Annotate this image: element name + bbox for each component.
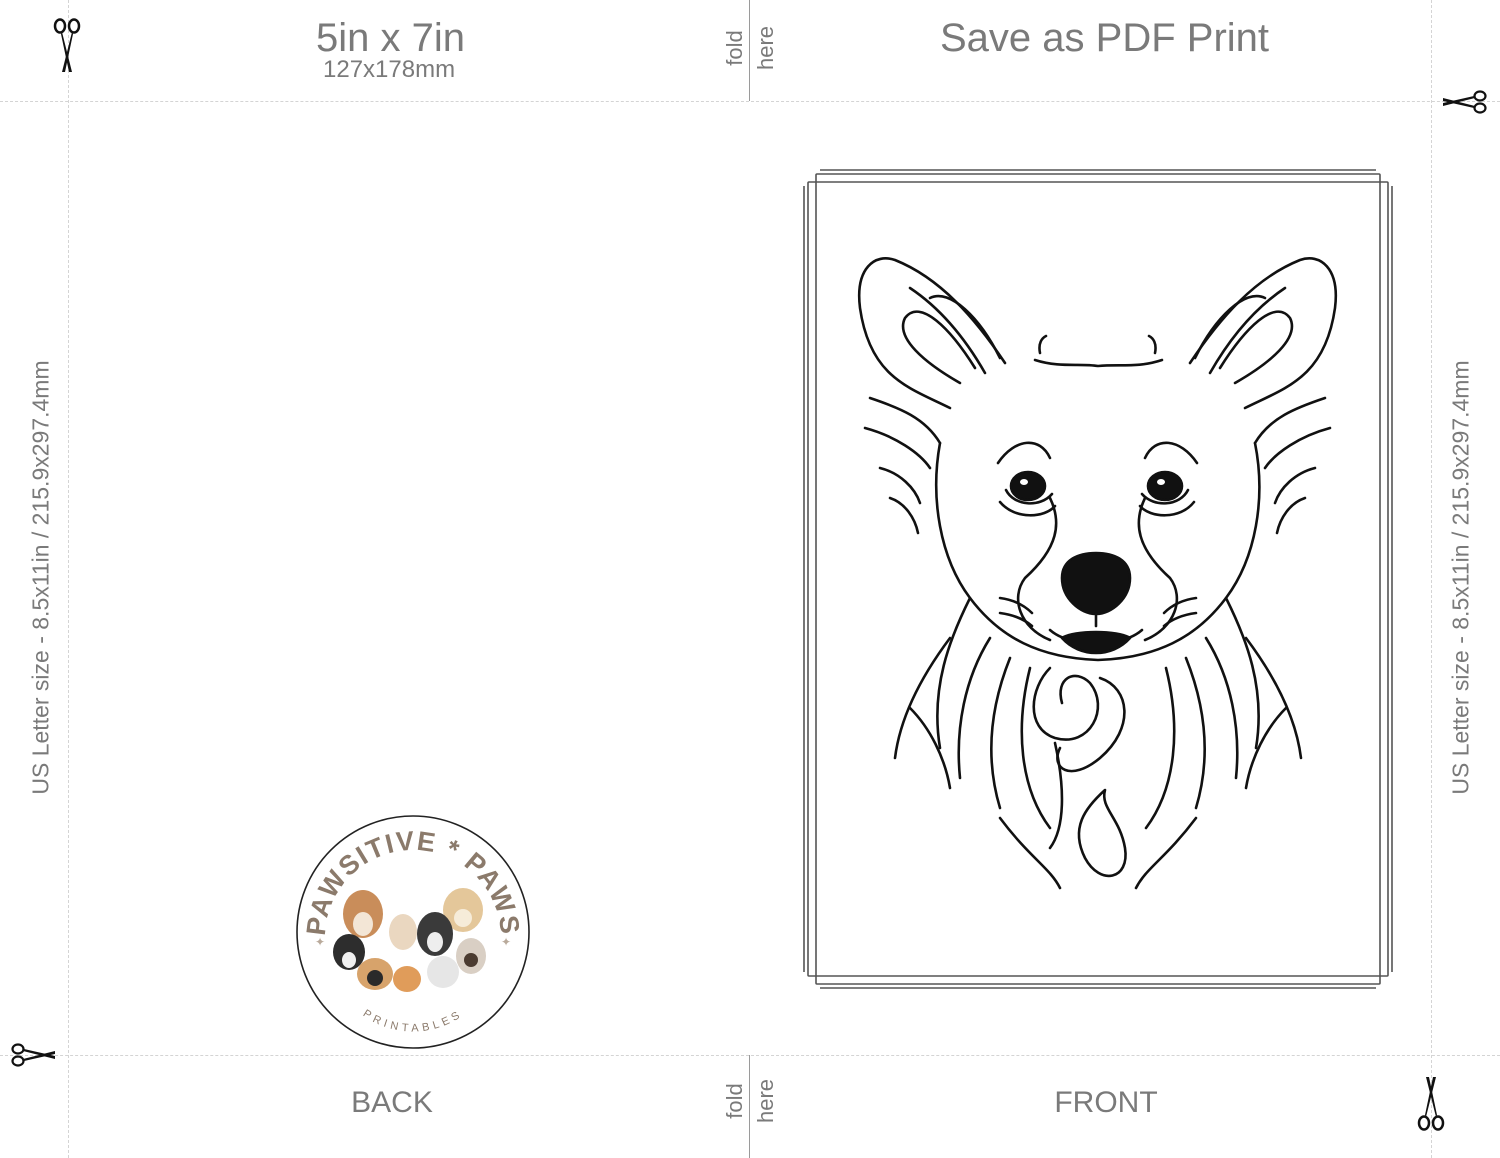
here-word-top: here [753, 25, 778, 71]
fold-line-top [749, 0, 750, 101]
back-panel-label: BACK [351, 1086, 433, 1119]
scissors-icon [1443, 90, 1487, 114]
bottom-cut-guide [0, 1055, 1500, 1056]
scissors-icon [1417, 1077, 1445, 1131]
paper-size-label-left: US Letter size - 8.5x11in / 215.9x297.4m… [27, 360, 54, 795]
right-cut-guide [1431, 0, 1432, 1158]
left-cut-guide [68, 0, 69, 1158]
scissors-icon [53, 18, 81, 72]
fold-word-top: fold [722, 30, 747, 66]
pawsitive-paws-logo: PAWSITIVE * PAWS PRINTABLES ✦ ✦ [296, 815, 530, 1049]
front-artwork [803, 169, 1393, 989]
scissors-icon [11, 1043, 55, 1067]
card-size-imperial: 5in x 7in [316, 16, 465, 60]
print-instruction: Save as PDF Print [940, 16, 1270, 60]
fold-word-bottom: fold [722, 1083, 747, 1119]
card-size-metric: 127x178mm [323, 56, 456, 83]
fold-line-bottom [749, 1055, 750, 1158]
svg-text:✦: ✦ [501, 935, 511, 949]
front-panel-label: FRONT [1054, 1086, 1158, 1119]
paper-size-label-right: US Letter size - 8.5x11in / 215.9x297.4m… [1447, 360, 1474, 795]
top-cut-guide [0, 101, 1500, 102]
here-word-bottom: here [753, 1078, 778, 1124]
dog-line-art-icon [857, 257, 1338, 890]
svg-text:✦: ✦ [315, 935, 325, 949]
